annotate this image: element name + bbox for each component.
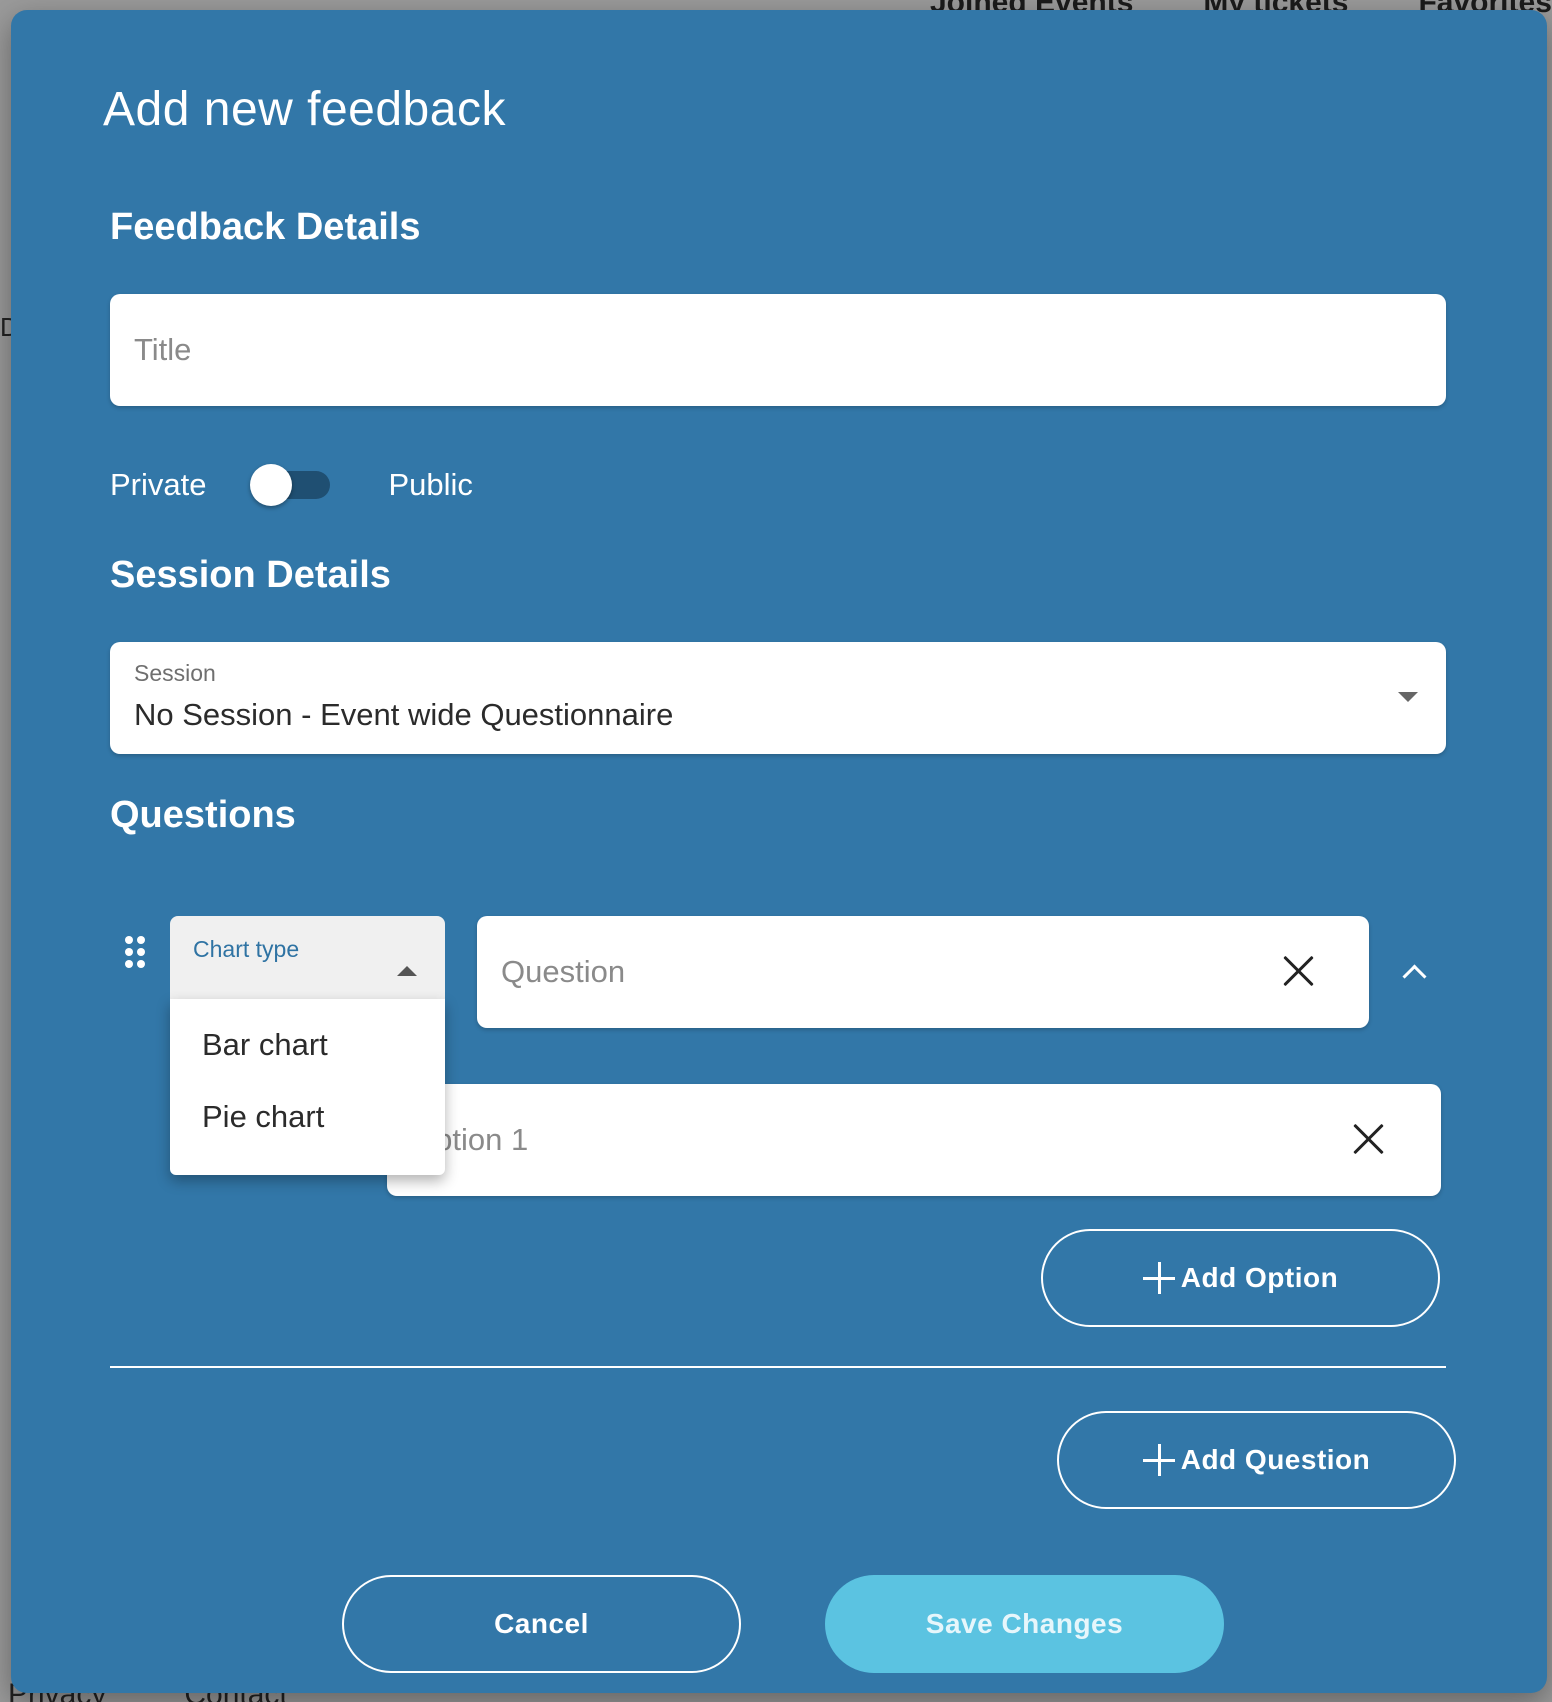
add-question-label: Add Question xyxy=(1180,1444,1371,1475)
toggle-private-label: Private xyxy=(110,467,207,502)
visibility-toggle[interactable] xyxy=(250,464,331,506)
dropdown-item-bar-chart[interactable]: Bar chart xyxy=(170,1009,445,1081)
visibility-toggle-row: Private Public xyxy=(110,460,473,510)
question-field xyxy=(477,916,1369,1028)
modal-title: Add new feedback xyxy=(103,83,506,136)
session-details-heading: Session Details xyxy=(110,554,391,596)
save-changes-button[interactable]: Save Changes xyxy=(825,1575,1224,1673)
caret-up-icon xyxy=(397,966,417,976)
question-input[interactable] xyxy=(477,916,1369,1028)
chart-type-dropdown: Bar chart Pie chart xyxy=(170,999,445,1175)
questions-heading: Questions xyxy=(110,794,296,836)
plus-icon xyxy=(1142,1444,1175,1476)
collapse-question-icon[interactable] xyxy=(1403,962,1425,984)
toggle-public-label: Public xyxy=(388,467,473,502)
section-divider xyxy=(110,1366,1446,1368)
drag-handle-icon[interactable] xyxy=(125,936,149,972)
chart-type-select[interactable]: Chart type xyxy=(170,916,445,1001)
cancel-button[interactable]: Cancel xyxy=(342,1575,741,1673)
session-select-value: No Session - Event wide Questionnaire xyxy=(134,697,674,732)
title-field xyxy=(110,294,1446,406)
toggle-knob xyxy=(250,464,293,506)
option-field xyxy=(387,1084,1441,1196)
dropdown-item-pie-chart[interactable]: Pie chart xyxy=(170,1081,445,1153)
add-feedback-modal: Add new feedback Feedback Details Privat… xyxy=(11,10,1547,1693)
add-option-button[interactable]: Add Option xyxy=(1041,1229,1440,1327)
add-option-label: Add Option xyxy=(1180,1262,1339,1293)
caret-down-icon xyxy=(1398,692,1418,702)
session-select-label: Session xyxy=(134,660,216,686)
chart-type-label: Chart type xyxy=(193,936,300,962)
option-input[interactable] xyxy=(387,1084,1441,1196)
plus-icon xyxy=(1142,1262,1175,1294)
title-input[interactable] xyxy=(110,294,1446,406)
clear-question-icon[interactable] xyxy=(1281,954,1315,988)
session-select[interactable]: Session No Session - Event wide Question… xyxy=(110,642,1446,754)
add-question-button[interactable]: Add Question xyxy=(1057,1411,1456,1509)
remove-option-icon[interactable] xyxy=(1351,1122,1385,1156)
feedback-details-heading: Feedback Details xyxy=(110,206,421,248)
